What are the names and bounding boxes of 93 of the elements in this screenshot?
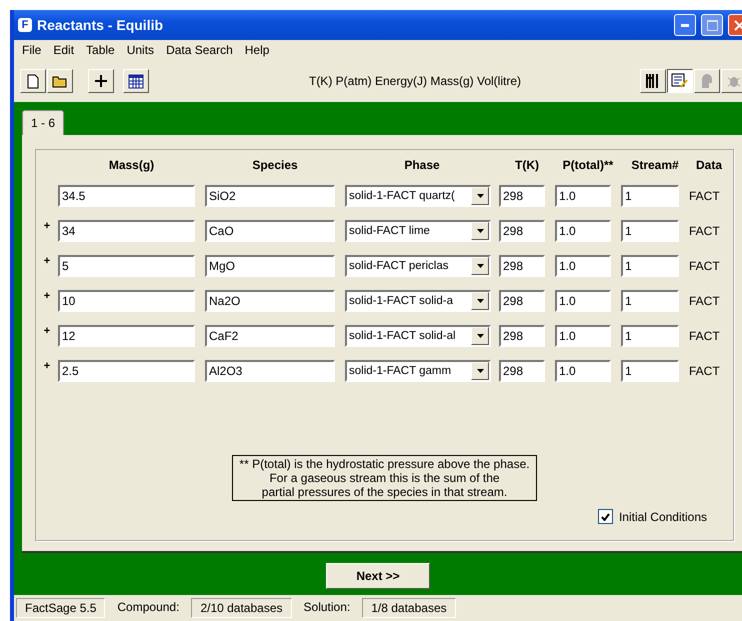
- stream-field[interactable]: 1: [621, 220, 679, 242]
- dropdown-arrow-icon: [476, 264, 484, 268]
- temperature-field[interactable]: 298: [499, 290, 545, 312]
- species-field[interactable]: MgO: [205, 255, 335, 277]
- head-icon: [699, 73, 715, 89]
- plus-sign: +: [42, 360, 52, 372]
- status-label: Solution:: [302, 599, 352, 616]
- maximize-button[interactable]: [701, 14, 723, 36]
- units-label: T(K) P(atm) Energy(J) Mass(g) Vol(litre): [308, 74, 522, 88]
- species-field[interactable]: Al2O3: [205, 360, 335, 382]
- pressure-field[interactable]: 1.0: [555, 255, 611, 277]
- folder-icon: [52, 74, 68, 88]
- initial-conditions-checkbox[interactable]: [598, 509, 613, 524]
- stream-field[interactable]: 1: [621, 360, 679, 382]
- stream-field[interactable]: 1: [621, 185, 679, 207]
- toolbar-button[interactable]: [667, 69, 693, 93]
- dropdown-arrow-icon: [476, 229, 484, 233]
- pressure-field[interactable]: 1.0: [555, 325, 611, 347]
- temperature-field[interactable]: 298: [499, 185, 545, 207]
- table-icon: [128, 74, 144, 88]
- phase-dropdown[interactable]: solid-FACT lime: [345, 220, 491, 242]
- close-icon: [734, 20, 742, 30]
- pressure-field[interactable]: 1.0: [555, 290, 611, 312]
- edit-list-icon: [671, 72, 689, 90]
- phase-dropdown[interactable]: solid-FACT periclas: [345, 255, 491, 277]
- column-header: Species: [251, 158, 299, 172]
- plus-sign: +: [42, 290, 52, 302]
- app-icon: F: [18, 18, 32, 32]
- column-header: Mass(g): [108, 158, 156, 172]
- mass-field[interactable]: 2.5: [58, 360, 195, 382]
- pressure-field[interactable]: 1.0: [555, 360, 611, 382]
- data-cell-text: FACT: [689, 294, 721, 308]
- stream-field[interactable]: 1: [621, 325, 679, 347]
- data-cell-text: FACT: [689, 364, 721, 378]
- data-cell-text: FACT: [689, 259, 721, 273]
- temperature-field[interactable]: 298: [499, 220, 545, 242]
- column-header: Data: [694, 158, 724, 172]
- minimize-button[interactable]: [674, 14, 696, 36]
- tab[interactable]: 1 - 6: [22, 110, 64, 135]
- status-field: 1/8 databases: [362, 598, 456, 618]
- menu-item[interactable]: Data Search: [166, 43, 233, 57]
- mass-field[interactable]: 5: [58, 255, 195, 277]
- plus-sign: +: [42, 255, 52, 267]
- phase-dropdown[interactable]: solid-1-FACT quartz(: [345, 185, 491, 207]
- data-cell-text: FACT: [689, 189, 721, 203]
- checkbox-label: Initial Conditions: [618, 510, 707, 524]
- plus-sign: +: [42, 220, 52, 232]
- mass-field[interactable]: 34.5: [58, 185, 195, 207]
- dropdown-arrow-icon: [476, 194, 484, 198]
- new-file-icon: [27, 74, 39, 88]
- stream-field[interactable]: 1: [621, 290, 679, 312]
- temperature-field[interactable]: 298: [499, 255, 545, 277]
- column-header: Stream#: [630, 158, 680, 172]
- temperature-field[interactable]: 298: [499, 325, 545, 347]
- menu-item[interactable]: Help: [244, 43, 270, 57]
- column-header: T(K): [514, 158, 540, 172]
- phase-dropdown[interactable]: solid-1-FACT solid-a: [345, 290, 491, 312]
- menu-item[interactable]: Edit: [53, 43, 74, 57]
- species-field[interactable]: SiO2: [205, 185, 335, 207]
- column-header: Phase: [403, 158, 441, 172]
- minimize-icon: [681, 24, 689, 26]
- species-field[interactable]: CaO: [205, 220, 335, 242]
- data-cell-text: FACT: [689, 329, 721, 343]
- phase-dropdown[interactable]: solid-1-FACT solid-al: [345, 325, 491, 347]
- data-cell-text: FACT: [689, 224, 721, 238]
- pressure-note: ** P(total) is the hydrostatic pressure above the phase. For a gaseous stream this is the sum of the partial pressures of the species in that stream.: [232, 455, 537, 501]
- species-field[interactable]: CaF2: [205, 325, 335, 347]
- next-button[interactable]: Next >>: [326, 563, 430, 589]
- maximize-icon: [706, 20, 718, 30]
- status-label: Compound:: [116, 599, 180, 616]
- pressure-field[interactable]: 1.0: [555, 220, 611, 242]
- window-title: Reactants - Equilib: [37, 17, 164, 33]
- pressure-field[interactable]: 1.0: [555, 185, 611, 207]
- status-field: 2/10 databases: [191, 598, 292, 618]
- dropdown-arrow-icon: [476, 369, 484, 373]
- menu-item[interactable]: File: [22, 43, 42, 57]
- menu-item[interactable]: Table: [86, 43, 115, 57]
- dropdown-arrow-icon: [476, 299, 484, 303]
- plus-sign: +: [42, 325, 52, 337]
- column-header: P(total)**: [562, 158, 614, 172]
- cutlery-icon: [645, 73, 661, 89]
- status-field: FactSage 5.5: [16, 598, 106, 618]
- check-icon: [600, 512, 610, 520]
- plus-icon: [95, 75, 107, 87]
- species-field[interactable]: Na2O: [205, 290, 335, 312]
- dropdown-arrow-icon: [476, 334, 484, 338]
- phase-dropdown[interactable]: solid-1-FACT gamm: [345, 360, 491, 382]
- menu-item[interactable]: Units: [126, 43, 154, 57]
- mass-field[interactable]: 10: [58, 290, 195, 312]
- mass-field[interactable]: 34: [58, 220, 195, 242]
- stream-field[interactable]: 1: [621, 255, 679, 277]
- mass-field[interactable]: 12: [58, 325, 195, 347]
- temperature-field[interactable]: 298: [499, 360, 545, 382]
